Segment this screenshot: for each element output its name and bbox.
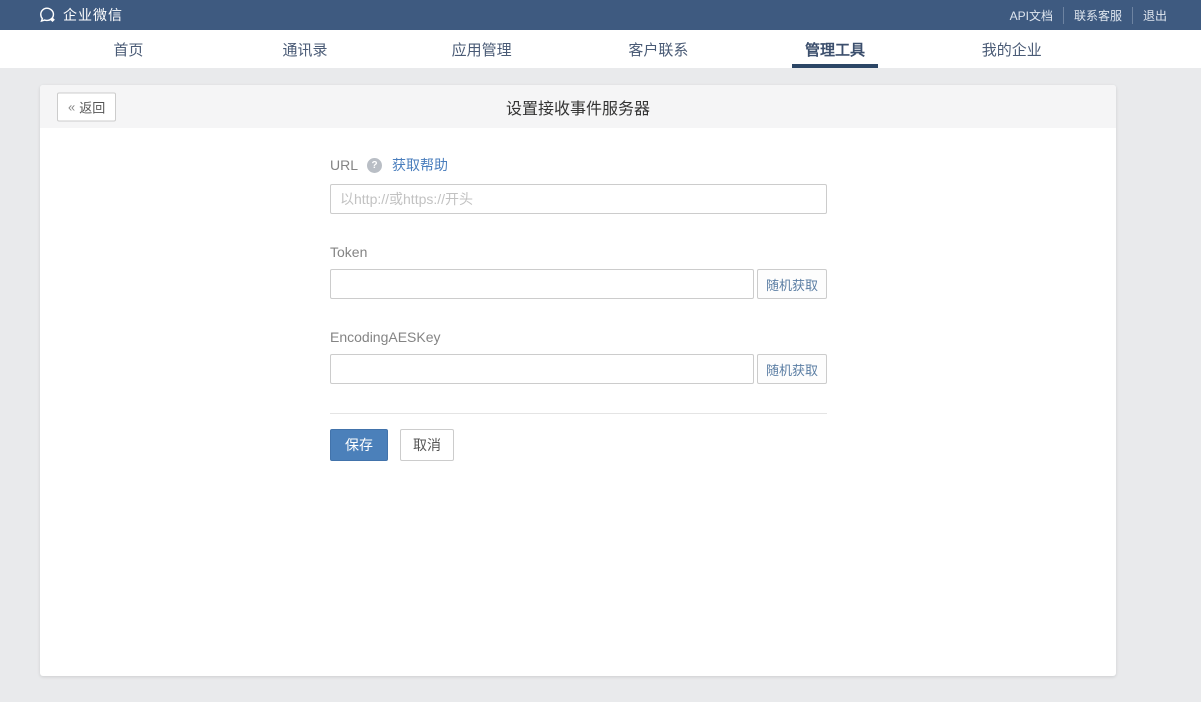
card-header: « 返回 设置接收事件服务器	[40, 85, 1116, 128]
settings-card: « 返回 设置接收事件服务器 URL ? 获取帮助 Token 随机获取	[40, 85, 1116, 676]
help-icon[interactable]: ?	[367, 158, 382, 173]
get-help-link[interactable]: 获取帮助	[392, 155, 448, 175]
back-chevron-icon: «	[68, 99, 75, 114]
back-button-label: 返回	[79, 97, 105, 116]
nav-item-home[interactable]: 首页	[40, 30, 217, 68]
aeskey-section: EncodingAESKey 随机获取	[330, 329, 827, 384]
main-nav: 首页 通讯录 应用管理 客户联系 管理工具 我的企业	[0, 30, 1201, 68]
url-label-row: URL ? 获取帮助	[330, 155, 827, 175]
form-actions: 保存 取消	[330, 429, 827, 461]
topbar: 企业微信 API文档 联系客服 退出	[0, 0, 1201, 30]
aeskey-label: EncodingAESKey	[330, 329, 441, 345]
back-button[interactable]: « 返回	[57, 92, 116, 121]
receive-event-server-form: URL ? 获取帮助 Token 随机获取 EncodingAESKey	[330, 155, 827, 461]
topbar-links: API文档 联系客服 退出	[1000, 7, 1177, 24]
aeskey-random-button[interactable]: 随机获取	[757, 354, 827, 384]
token-label-row: Token	[330, 244, 827, 260]
api-docs-link[interactable]: API文档	[1000, 7, 1063, 24]
cancel-button[interactable]: 取消	[400, 429, 454, 461]
nav-item-contacts[interactable]: 通讯录	[217, 30, 394, 68]
contact-support-link[interactable]: 联系客服	[1063, 7, 1132, 24]
url-label: URL	[330, 157, 358, 173]
card-body: URL ? 获取帮助 Token 随机获取 EncodingAESKey	[40, 128, 1116, 461]
nav-item-app-management[interactable]: 应用管理	[393, 30, 570, 68]
token-input[interactable]	[330, 269, 754, 299]
token-label: Token	[330, 244, 367, 260]
page-title: 设置接收事件服务器	[506, 95, 650, 119]
aeskey-input[interactable]	[330, 354, 754, 384]
aeskey-label-row: EncodingAESKey	[330, 329, 827, 345]
nav-item-customer-contact[interactable]: 客户联系	[570, 30, 747, 68]
wechat-work-logo-icon	[38, 6, 57, 25]
token-section: Token 随机获取	[330, 244, 827, 299]
url-input[interactable]	[330, 184, 827, 214]
nav-item-admin-tools[interactable]: 管理工具	[747, 30, 924, 68]
nav-item-my-company[interactable]: 我的企业	[923, 30, 1100, 68]
brand-name: 企业微信	[63, 5, 123, 25]
token-random-button[interactable]: 随机获取	[757, 269, 827, 299]
save-button[interactable]: 保存	[330, 429, 388, 461]
brand[interactable]: 企业微信	[38, 5, 123, 25]
logout-link[interactable]: 退出	[1132, 7, 1177, 24]
form-divider	[330, 413, 827, 414]
